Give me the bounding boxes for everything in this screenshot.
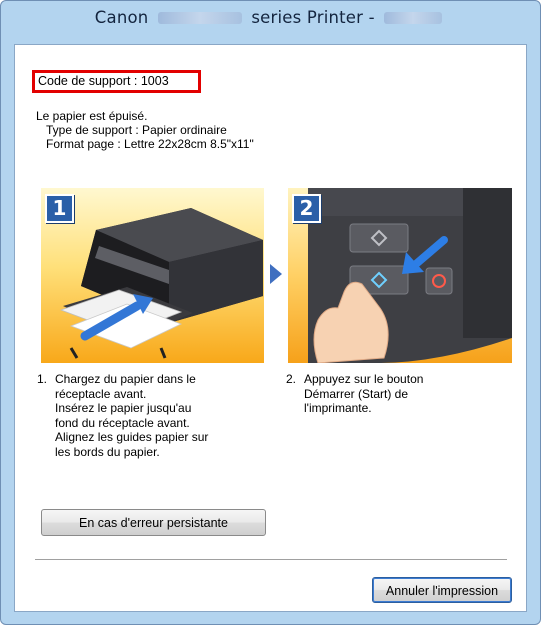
message-line-3: Format page : Lettre 22x28cm 8.5"x11" bbox=[46, 137, 254, 151]
support-code: Code de support : 1003 bbox=[32, 70, 201, 93]
cancel-print-button[interactable]: Annuler l'impression bbox=[372, 577, 512, 603]
step-1-line: Insérez le papier jusqu'au bbox=[55, 401, 192, 416]
step-1-line: Chargez du papier dans le bbox=[55, 372, 196, 386]
window-title: Canon series Printer - bbox=[1, 1, 540, 35]
step-1-line: les bords du papier. bbox=[55, 444, 160, 459]
dialog-content: Code de support : 1003 Le papier est épu… bbox=[14, 44, 527, 612]
step-2-number: 2. bbox=[286, 372, 297, 386]
redacted-printer-suffix bbox=[384, 11, 443, 24]
step-2-line: Appuyez sur le bouton bbox=[304, 372, 424, 386]
title-prefix: Canon bbox=[94, 8, 149, 27]
step-1-line: Alignez les guides papier sur bbox=[55, 430, 209, 445]
step-1-line: fond du réceptacle avant. bbox=[55, 415, 190, 430]
printer-start-button-image bbox=[308, 188, 512, 363]
step-2-line: l'imprimante. bbox=[304, 401, 372, 416]
step-1-badge: 1 bbox=[45, 194, 74, 223]
message-line-1: Le papier est épuisé. bbox=[36, 109, 148, 123]
step-1-line: réceptacle avant. bbox=[55, 386, 147, 401]
redacted-model-name bbox=[157, 11, 242, 24]
separator bbox=[35, 559, 507, 561]
next-step-arrow-icon bbox=[270, 264, 282, 284]
step-2-line: Démarrer (Start) de bbox=[304, 386, 409, 401]
persistent-error-button[interactable]: En cas d'erreur persistante bbox=[41, 509, 266, 536]
printer-loading-paper-image bbox=[59, 208, 263, 359]
step-1-number: 1. bbox=[37, 372, 48, 386]
step-1-illustration: 1 bbox=[41, 188, 264, 363]
step-2-badge: 2 bbox=[292, 194, 321, 223]
title-middle: series Printer - bbox=[251, 8, 375, 27]
message-line-2: Type de support : Papier ordinaire bbox=[46, 123, 227, 137]
step-2-illustration: 2 bbox=[288, 188, 512, 363]
error-message: Le papier est épuisé. Type de support : … bbox=[36, 109, 254, 151]
printer-dialog-window: Canon series Printer - Code de support :… bbox=[0, 0, 541, 625]
